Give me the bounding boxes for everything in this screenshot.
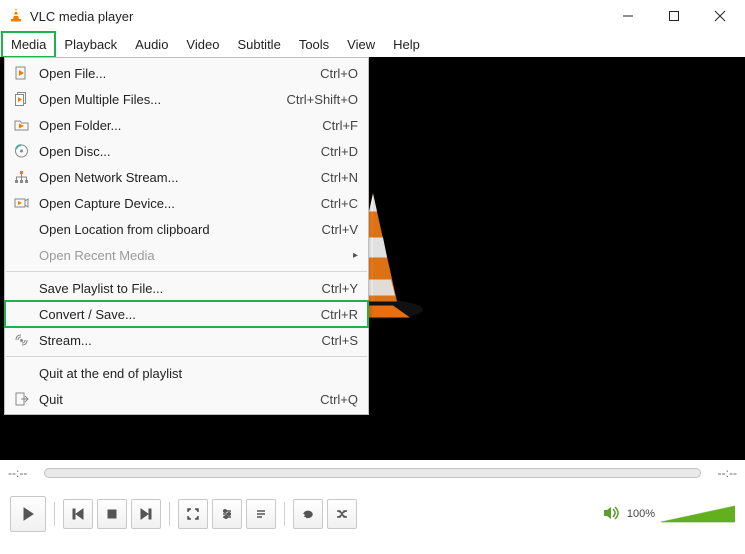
menu-item-shortcut: Ctrl+V xyxy=(322,222,358,237)
media-menu-dropdown: Open File... Ctrl+O Open Multiple Files...… xyxy=(4,57,369,415)
seek-slider[interactable] xyxy=(44,468,701,478)
app-icon xyxy=(8,7,24,26)
menu-view[interactable]: View xyxy=(338,32,384,57)
menu-item-quit[interactable]: Quit Ctrl+Q xyxy=(5,386,368,412)
menu-item-shortcut: Ctrl+Y xyxy=(322,281,358,296)
menu-item-label: Stream... xyxy=(39,333,312,348)
menu-item-open-capture-device[interactable]: Open Capture Device... Ctrl+C xyxy=(5,190,368,216)
speaker-icon[interactable] xyxy=(603,505,621,524)
network-icon xyxy=(11,168,31,186)
menu-item-shortcut: Ctrl+D xyxy=(321,144,358,159)
menu-item-label: Open Network Stream... xyxy=(39,170,311,185)
menu-item-label: Open File... xyxy=(39,66,310,81)
menu-separator xyxy=(6,356,367,357)
video-area: Open File... Ctrl+O Open Multiple Files...… xyxy=(0,57,745,460)
volume-group: 100% xyxy=(603,504,735,524)
menu-item-quit-at-the-end-of-playlist[interactable]: Quit at the end of playlist xyxy=(5,360,368,386)
menu-item-open-folder[interactable]: Open Folder... Ctrl+F xyxy=(5,112,368,138)
blank-icon xyxy=(11,305,31,323)
menu-subtitle[interactable]: Subtitle xyxy=(228,32,289,57)
menu-item-label: Open Folder... xyxy=(39,118,312,133)
menu-item-convert-save[interactable]: Convert / Save... Ctrl+R xyxy=(5,301,368,327)
blank-icon xyxy=(11,246,31,264)
previous-button[interactable] xyxy=(63,499,93,529)
stream-icon xyxy=(11,331,31,349)
seek-row: --:-- --:-- xyxy=(0,460,745,486)
menu-item-shortcut: Ctrl+O xyxy=(320,66,358,81)
extended-settings-button[interactable] xyxy=(212,499,242,529)
menu-item-shortcut: Ctrl+N xyxy=(321,170,358,185)
stop-button[interactable] xyxy=(97,499,127,529)
menu-item-label: Open Disc... xyxy=(39,144,311,159)
menu-item-open-multiple-files[interactable]: Open Multiple Files... Ctrl+Shift+O xyxy=(5,86,368,112)
play-button[interactable] xyxy=(10,496,46,532)
menu-item-open-disc[interactable]: Open Disc... Ctrl+D xyxy=(5,138,368,164)
close-button[interactable] xyxy=(697,0,743,32)
menu-item-shortcut: Ctrl+R xyxy=(321,307,358,322)
submenu-arrow-icon: ▸ xyxy=(353,250,358,261)
shuffle-button[interactable] xyxy=(327,499,357,529)
window-controls xyxy=(605,0,743,32)
menu-item-label: Quit xyxy=(39,392,310,407)
menu-item-label: Open Multiple Files... xyxy=(39,92,276,107)
window-title: VLC media player xyxy=(30,9,133,24)
divider xyxy=(54,502,55,526)
player-controls: 100% xyxy=(0,486,745,548)
file-play-icon xyxy=(11,64,31,82)
menu-item-stream[interactable]: Stream... Ctrl+S xyxy=(5,327,368,353)
loop-button[interactable] xyxy=(293,499,323,529)
menubar: MediaPlaybackAudioVideoSubtitleToolsView… xyxy=(0,32,745,57)
menu-item-label: Save Playlist to File... xyxy=(39,281,312,296)
menu-item-shortcut: Ctrl+Shift+O xyxy=(286,92,358,107)
menu-item-shortcut: Ctrl+Q xyxy=(320,392,358,407)
menu-media[interactable]: Media xyxy=(2,32,55,57)
menu-separator xyxy=(6,271,367,272)
playlist-button[interactable] xyxy=(246,499,276,529)
disc-icon xyxy=(11,142,31,160)
menu-item-open-network-stream[interactable]: Open Network Stream... Ctrl+N xyxy=(5,164,368,190)
volume-percent: 100% xyxy=(627,508,655,520)
menu-item-label: Open Recent Media xyxy=(39,248,358,263)
menu-audio[interactable]: Audio xyxy=(126,32,177,57)
menu-item-label: Open Capture Device... xyxy=(39,196,311,211)
menu-item-label: Open Location from clipboard xyxy=(39,222,312,237)
folder-play-icon xyxy=(11,116,31,134)
menu-playback[interactable]: Playback xyxy=(55,32,126,57)
menu-help[interactable]: Help xyxy=(384,32,429,57)
time-elapsed[interactable]: --:-- xyxy=(8,466,38,480)
menu-item-shortcut: Ctrl+S xyxy=(322,333,358,348)
blank-icon xyxy=(11,364,31,382)
time-total[interactable]: --:-- xyxy=(707,466,737,480)
menu-item-open-recent-media: Open Recent Media▸ xyxy=(5,242,368,268)
next-button[interactable] xyxy=(131,499,161,529)
files-play-icon xyxy=(11,90,31,108)
fullscreen-button[interactable] xyxy=(178,499,208,529)
capture-icon xyxy=(11,194,31,212)
menu-item-label: Quit at the end of playlist xyxy=(39,366,358,381)
minimize-button[interactable] xyxy=(605,0,651,32)
volume-slider[interactable] xyxy=(661,504,735,524)
divider xyxy=(284,502,285,526)
menu-tools[interactable]: Tools xyxy=(290,32,338,57)
titlebar: VLC media player xyxy=(0,0,745,32)
maximize-button[interactable] xyxy=(651,0,697,32)
divider xyxy=(169,502,170,526)
menu-item-shortcut: Ctrl+C xyxy=(321,196,358,211)
menu-item-open-location-from-clipboard[interactable]: Open Location from clipboard Ctrl+V xyxy=(5,216,368,242)
menu-item-save-playlist-to-file[interactable]: Save Playlist to File... Ctrl+Y xyxy=(5,275,368,301)
blank-icon xyxy=(11,279,31,297)
menu-item-label: Convert / Save... xyxy=(39,307,311,322)
menu-video[interactable]: Video xyxy=(177,32,228,57)
blank-icon xyxy=(11,220,31,238)
menu-item-shortcut: Ctrl+F xyxy=(322,118,358,133)
menu-item-open-file[interactable]: Open File... Ctrl+O xyxy=(5,60,368,86)
quit-icon xyxy=(11,390,31,408)
